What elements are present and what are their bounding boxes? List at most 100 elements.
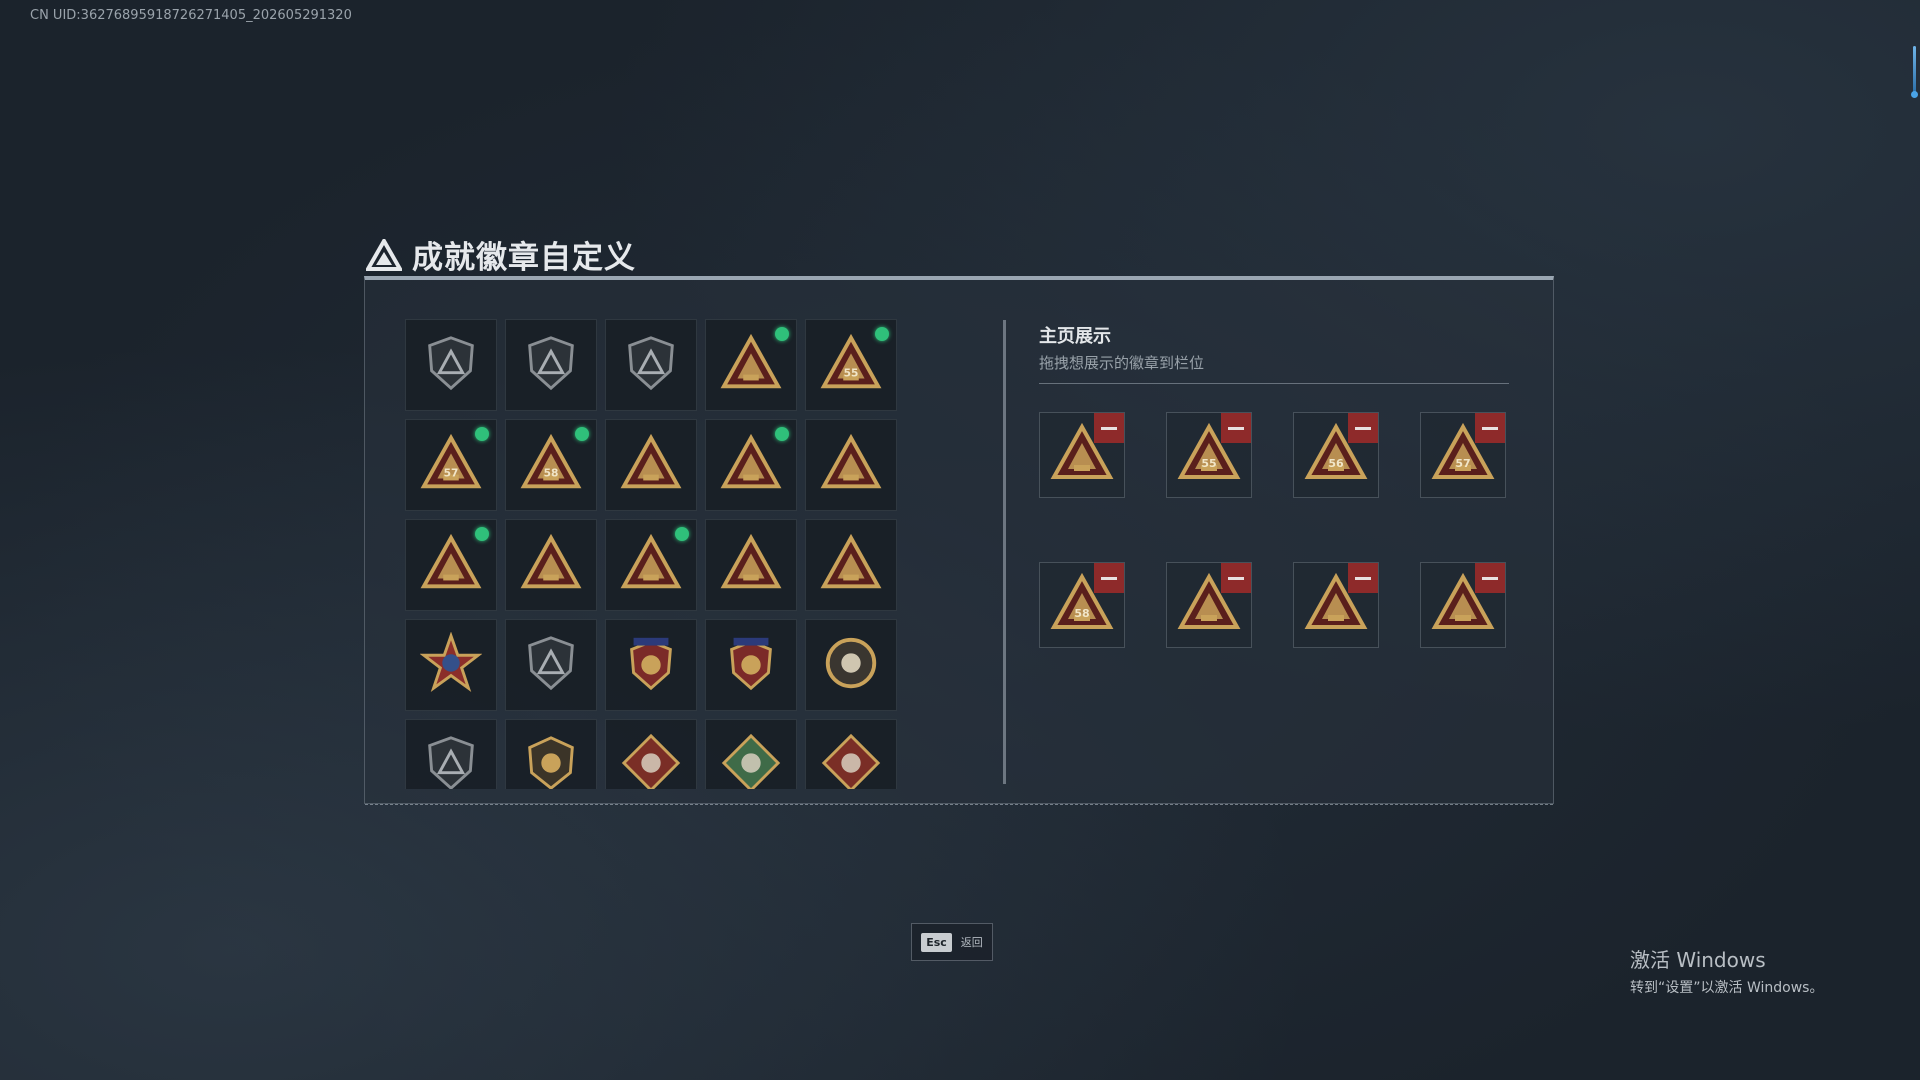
svg-text:57: 57 bbox=[1455, 457, 1470, 470]
gold-triangle-badge-s8-icon: 58 bbox=[520, 432, 582, 498]
gold-triangle-tower-badge-icon bbox=[820, 532, 882, 598]
shield-emblem-badge-icon bbox=[520, 632, 582, 698]
badge-cell[interactable] bbox=[805, 719, 897, 789]
wasp-hexagon-badge-icon bbox=[720, 732, 782, 789]
svg-text:55: 55 bbox=[1201, 457, 1216, 470]
helicopter-shield-badge-icon bbox=[520, 332, 582, 398]
uid-label: CN UID:3627689591872627140​5_20260529132… bbox=[30, 8, 352, 23]
badge-cell[interactable] bbox=[605, 619, 697, 711]
badge-cell[interactable] bbox=[405, 519, 497, 611]
showcase-slot[interactable] bbox=[1166, 562, 1252, 648]
svg-text:57: 57 bbox=[444, 467, 459, 480]
esc-key-icon: Esc bbox=[921, 932, 952, 952]
minus-icon bbox=[1101, 576, 1117, 580]
rifle-shield-badge-icon bbox=[420, 732, 482, 789]
badge-cell[interactable] bbox=[805, 619, 897, 711]
new-indicator-dot bbox=[775, 427, 789, 441]
gold-triangle-badge-s5-icon: 55 bbox=[820, 332, 882, 398]
remove-badge-button[interactable] bbox=[1348, 413, 1378, 443]
triangle-shield-badge-icon bbox=[420, 332, 482, 398]
remove-badge-button[interactable] bbox=[1475, 413, 1505, 443]
remove-badge-button[interactable] bbox=[1094, 563, 1124, 593]
scroll-indicator bbox=[1911, 46, 1918, 98]
gold-triangle-operator-badge-icon bbox=[720, 432, 782, 498]
activation-line2: 转到“设置”以激活 Windows。 bbox=[1630, 980, 1824, 996]
crest-stars-badge-icon bbox=[620, 632, 682, 698]
badge-cell[interactable] bbox=[705, 519, 797, 611]
gold-triangle-soldier-badge-icon bbox=[520, 532, 582, 598]
wolf-diamond-badge-icon bbox=[620, 732, 682, 789]
badge-cell[interactable] bbox=[605, 319, 697, 411]
new-indicator-dot bbox=[875, 327, 889, 341]
back-button[interactable]: Esc 返回 bbox=[911, 923, 993, 961]
page-title: 成就徽章自定义 bbox=[412, 240, 636, 276]
showcase-slot[interactable]: 57 bbox=[1420, 412, 1506, 498]
badge-cell[interactable] bbox=[505, 719, 597, 789]
remove-badge-button[interactable] bbox=[1475, 563, 1505, 593]
badge-cell[interactable] bbox=[605, 419, 697, 511]
badge-cell[interactable] bbox=[705, 719, 797, 789]
showcase-slot[interactable]: 58 bbox=[1039, 562, 1125, 648]
new-indicator-dot bbox=[475, 427, 489, 441]
new-indicator-dot bbox=[575, 427, 589, 441]
badge-cell[interactable] bbox=[405, 319, 497, 411]
badge-collection[interactable]: 555657581 bbox=[405, 319, 905, 789]
badge-cell[interactable] bbox=[605, 519, 697, 611]
badge-cell[interactable]: 57 bbox=[405, 419, 497, 511]
gold-triangle-statue-badge-icon bbox=[720, 532, 782, 598]
dragon-diamond-badge-icon bbox=[820, 732, 882, 789]
badge-cell[interactable] bbox=[805, 419, 897, 511]
svg-text:56: 56 bbox=[1328, 457, 1344, 470]
badge-cell[interactable] bbox=[805, 519, 897, 611]
showcase-slot[interactable] bbox=[1420, 562, 1506, 648]
remove-badge-button[interactable] bbox=[1094, 413, 1124, 443]
remove-badge-button[interactable] bbox=[1221, 563, 1251, 593]
activation-line1: 激活 Windows bbox=[1630, 948, 1766, 972]
gold-triangle-badge-s4-icon bbox=[720, 332, 782, 398]
collection-scrollbar[interactable] bbox=[1003, 320, 1006, 784]
badge-cell[interactable] bbox=[405, 619, 497, 711]
showcase-slot[interactable] bbox=[1039, 412, 1125, 498]
showcase-slot[interactable]: 55 bbox=[1166, 412, 1252, 498]
badge-cell[interactable] bbox=[605, 719, 697, 789]
badge-cell[interactable] bbox=[505, 319, 597, 411]
minus-icon bbox=[1482, 426, 1498, 430]
minus-icon bbox=[1355, 426, 1371, 430]
svg-text:55: 55 bbox=[844, 367, 859, 380]
triangle-logo-icon bbox=[366, 238, 402, 271]
minus-icon bbox=[1355, 576, 1371, 580]
aircraft-shield-badge-icon bbox=[620, 332, 682, 398]
svg-text:58: 58 bbox=[544, 467, 559, 480]
badge-cell[interactable]: 55 bbox=[805, 319, 897, 411]
badge-cell[interactable] bbox=[505, 619, 597, 711]
star-medal-badge-icon bbox=[419, 631, 483, 698]
showcase-slot[interactable] bbox=[1293, 562, 1379, 648]
page-header: 成就徽章自定义 bbox=[366, 232, 636, 277]
svg-text:58: 58 bbox=[1074, 607, 1089, 620]
back-label: 返回 bbox=[960, 936, 983, 949]
minus-icon bbox=[1101, 426, 1117, 430]
minus-icon bbox=[1482, 576, 1498, 580]
badge-cell[interactable] bbox=[505, 519, 597, 611]
gold-triangle-package-badge-icon bbox=[420, 532, 482, 598]
showcase-subtitle: 拖拽想展示的徽章到栏位 bbox=[1039, 354, 1205, 372]
minus-icon bbox=[1228, 426, 1244, 430]
remove-badge-button[interactable] bbox=[1221, 413, 1251, 443]
badge-grid: 555657581 bbox=[405, 319, 905, 789]
gold-triangle-skull-badge-icon bbox=[620, 532, 682, 598]
new-indicator-dot bbox=[475, 527, 489, 541]
gold-triangle-wings-badge-icon bbox=[820, 432, 882, 498]
crest-stars-red-badge-icon bbox=[720, 632, 782, 698]
minus-icon bbox=[1228, 576, 1244, 580]
showcase-slot[interactable]: 56 bbox=[1293, 412, 1379, 498]
remove-badge-button[interactable] bbox=[1348, 563, 1378, 593]
badge-cell[interactable]: 58 bbox=[505, 419, 597, 511]
new-indicator-dot bbox=[775, 327, 789, 341]
badge-cell[interactable] bbox=[705, 619, 797, 711]
windows-activation-watermark: 激活 Windows 转到“设置”以激活 Windows。 bbox=[1630, 944, 1823, 997]
badge-cell[interactable] bbox=[705, 319, 797, 411]
new-indicator-dot bbox=[675, 527, 689, 541]
gold-triangle-machine-badge-icon bbox=[620, 432, 682, 498]
badge-cell[interactable] bbox=[705, 419, 797, 511]
badge-cell[interactable] bbox=[405, 719, 497, 789]
